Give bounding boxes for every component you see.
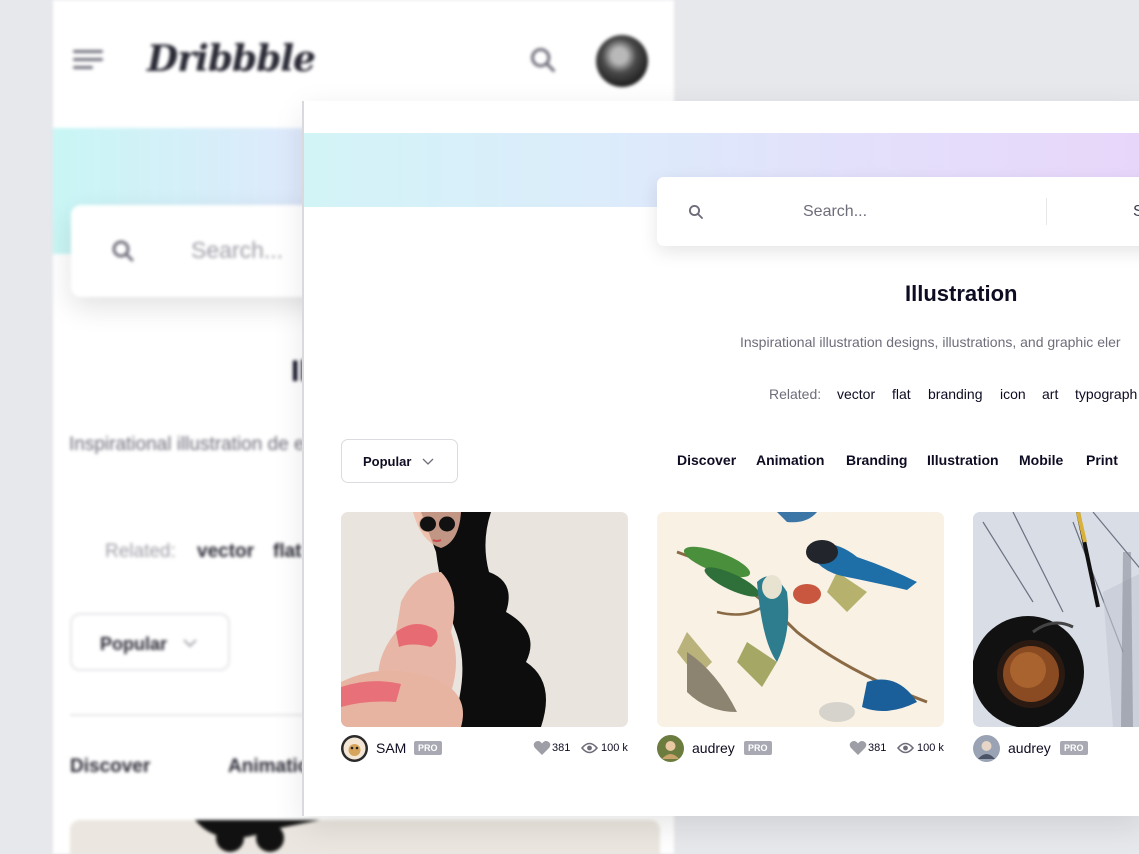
related-tag-flat[interactable]: flat	[892, 386, 911, 402]
likes-count: 381	[552, 742, 571, 754]
related-tag[interactable]: flat	[273, 541, 302, 563]
eye-icon	[581, 742, 598, 754]
author-name[interactable]: SAM	[376, 740, 406, 756]
shot-thumbnail[interactable]	[341, 512, 628, 727]
chevron-down-icon	[183, 639, 197, 648]
category-tab-illustration[interactable]: Illustration	[927, 452, 999, 468]
sort-label: Popular	[100, 634, 168, 654]
search-type-select[interactable]: S	[1133, 203, 1139, 221]
shot-thumbnail[interactable]	[657, 512, 944, 727]
user-avatar[interactable]	[596, 35, 648, 87]
related-tag-art[interactable]: art	[1042, 386, 1058, 402]
search-icon[interactable]	[529, 46, 557, 74]
shot-card[interactable]: audrey PRO 381 100 k	[657, 512, 944, 767]
views-count: 100 k	[917, 742, 944, 754]
likes-counter[interactable]: 381	[849, 740, 891, 756]
category-tab[interactable]: Animatio	[228, 756, 309, 778]
related-tag[interactable]: vector	[197, 541, 254, 563]
shot-card[interactable]: SAM PRO 381 100 k	[341, 512, 628, 767]
menu-icon[interactable]	[73, 50, 103, 72]
related-tag-branding[interactable]: branding	[928, 386, 983, 402]
sort-label: Popular	[363, 454, 412, 469]
search-separator	[1046, 198, 1047, 225]
desktop-panel: Search... S Illustration Inspirational i…	[304, 101, 1139, 816]
author-avatar[interactable]	[341, 735, 368, 762]
sort-dropdown[interactable]: Popular	[341, 439, 458, 483]
pro-badge: PRO	[1060, 741, 1088, 755]
author-name[interactable]: audrey	[1008, 740, 1051, 756]
search-input[interactable]: Search...	[803, 203, 867, 221]
shot-meta: audrey PRO	[973, 727, 1139, 767]
eye-icon	[897, 742, 914, 754]
related-label: Related:	[769, 386, 822, 402]
sort-dropdown[interactable]: Popular	[70, 613, 230, 671]
page-title: Illustration	[905, 281, 1018, 306]
related-tag-vector[interactable]: vector	[837, 386, 875, 402]
shot-meta: SAM PRO 381 100 k	[341, 727, 628, 767]
views-count: 100 k	[601, 742, 628, 754]
category-tab[interactable]: Discover	[70, 756, 150, 778]
category-tab-branding[interactable]: Branding	[846, 452, 907, 468]
heart-icon	[849, 741, 867, 755]
shot-thumbnail[interactable]	[973, 512, 1139, 727]
related-label: Related:	[105, 541, 176, 562]
search-placeholder: Search...	[191, 237, 284, 263]
shot-thumbnail[interactable]	[70, 820, 660, 854]
views-counter: 100 k	[897, 740, 947, 756]
likes-count: 381	[868, 742, 887, 754]
author-avatar[interactable]	[973, 735, 1000, 762]
pro-badge: PRO	[414, 741, 442, 755]
search-icon	[688, 204, 703, 219]
dribbble-logo[interactable]: Dribbble	[147, 38, 316, 80]
search-icon	[112, 240, 134, 262]
category-tab-print[interactable]: Print	[1086, 452, 1118, 468]
page-description: Inspirational illustration designs, illu…	[740, 334, 1121, 350]
chevron-down-icon	[422, 458, 434, 465]
heart-icon	[533, 741, 551, 755]
author-name[interactable]: audrey	[692, 740, 735, 756]
views-counter: 100 k	[581, 740, 631, 756]
pro-badge: PRO	[744, 741, 772, 755]
shot-card[interactable]: audrey PRO	[973, 512, 1139, 767]
category-tab-mobile[interactable]: Mobile	[1019, 452, 1063, 468]
author-avatar[interactable]	[657, 735, 684, 762]
related-tag-icon[interactable]: icon	[1000, 386, 1026, 402]
search-box[interactable]: Search... S	[657, 177, 1139, 246]
category-tab-discover[interactable]: Discover	[677, 452, 736, 468]
related-tag-typography[interactable]: typograph	[1075, 386, 1137, 402]
likes-counter[interactable]: 381	[533, 740, 575, 756]
category-tab-animation[interactable]: Animation	[756, 452, 824, 468]
shot-meta: audrey PRO 381 100 k	[657, 727, 944, 767]
